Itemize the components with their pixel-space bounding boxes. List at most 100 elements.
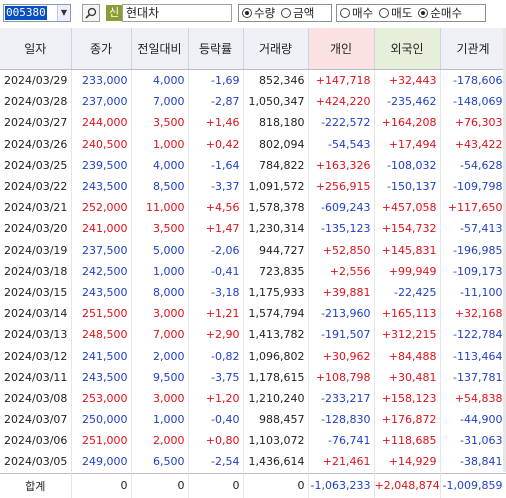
cell-change: 3,500	[131, 112, 189, 134]
cell-institution: -44,900	[440, 409, 506, 431]
total-cell: 0	[188, 472, 244, 498]
cell-rate: -0,40	[188, 409, 244, 431]
radio-buy[interactable]: 매수	[340, 5, 373, 21]
cell-volume: 1,436,614	[243, 451, 309, 474]
cell-change: 2,000	[131, 430, 189, 452]
cell-foreign: +158,123	[374, 387, 441, 409]
cell-close: 240,500	[71, 133, 132, 155]
table-row[interactable]: 2024/03/21 252,000 11,000 +4,56 1,578,378 -60…	[0, 197, 506, 219]
cell-date: 2024/03/27	[0, 112, 72, 134]
chevron-down-icon[interactable]: ▼	[57, 5, 70, 21]
table-row[interactable]: 2024/03/22 243,500 8,500 -3,37 1,091,572 +256…	[0, 175, 506, 198]
table-row[interactable]: 2024/03/12 241,500 2,000 -0,82 1,096,802 +30,…	[0, 345, 506, 367]
column-header-institution[interactable]: 기관계	[440, 28, 506, 70]
cell-individual: -222,572	[308, 112, 375, 134]
table-row[interactable]: 2024/03/19 237,500 5,000 -2,06 944,727 +52,85…	[0, 239, 506, 261]
stock-code-value[interactable]: 005380	[5, 6, 47, 20]
investor-trend-grid: 일자 종가 전일대비 등락률 거래량 개인 외국인 기관계 2024/03/29…	[0, 28, 506, 498]
cell-institution: -11,100	[440, 281, 506, 304]
cell-close: 237,000	[71, 91, 132, 113]
cell-date: 2024/03/28	[0, 91, 72, 113]
radio-net-buy[interactable]: 순매수	[418, 5, 462, 21]
cell-date: 2024/03/12	[0, 345, 72, 367]
cell-individual: -609,243	[308, 197, 375, 219]
table-row[interactable]: 2024/03/28 237,000 7,000 -2,87 1,050,347 +424…	[0, 91, 506, 113]
cell-rate: -3,37	[188, 175, 244, 198]
cell-date: 2024/03/08	[0, 387, 72, 409]
column-header-change[interactable]: 전일대비	[131, 28, 189, 70]
radio-amount[interactable]: 금액	[281, 5, 314, 21]
column-header-individual[interactable]: 개인	[308, 28, 375, 70]
column-header-rate[interactable]: 등락률	[188, 28, 244, 70]
cell-foreign: -150,137	[374, 175, 441, 198]
column-header-foreign[interactable]: 외국인	[374, 28, 441, 70]
table-row[interactable]: 2024/03/06 251,000 2,000 +0,80 1,103,072 -76,…	[0, 430, 506, 452]
column-header-date[interactable]: 일자	[0, 28, 72, 70]
total-cell: -1,063,233	[308, 472, 375, 498]
total-label: 합계	[0, 472, 72, 498]
trade-radio-group: 매수 매도 순매수	[336, 4, 486, 22]
cell-rate: +0,42	[188, 133, 244, 155]
table-row[interactable]: 2024/03/14 251,500 3,000 +1,21 1,574,794 -213…	[0, 303, 506, 325]
cell-individual: +163,326	[308, 154, 375, 176]
table-row[interactable]: 2024/03/18 242,500 1,000 -0,41 723,835 +2,556…	[0, 260, 506, 282]
cell-rate: -2,06	[188, 239, 244, 261]
cell-individual: -128,830	[308, 409, 375, 431]
cell-close: 244,000	[71, 112, 132, 134]
cell-foreign: -22,425	[374, 281, 441, 304]
cell-volume: 1,413,782	[243, 324, 309, 346]
cell-date: 2024/03/07	[0, 409, 72, 431]
table-row[interactable]: 2024/03/05 249,000 6,500 -2,54 1,436,614 +21,…	[0, 451, 506, 474]
cell-foreign: +118,685	[374, 430, 441, 452]
table-row[interactable]: 2024/03/07 250,000 1,000 -0,40 988,457 -128,8…	[0, 409, 506, 431]
cell-rate: +1,46	[188, 112, 244, 134]
cell-close: 239,500	[71, 154, 132, 176]
cell-volume: 1,091,572	[243, 175, 309, 198]
cell-close: 248,500	[71, 324, 132, 346]
radio-quantity[interactable]: 수량	[242, 5, 275, 21]
cell-close: 243,500	[71, 281, 132, 304]
total-cell: 0	[243, 472, 309, 498]
radio-buy-label: 매수	[352, 6, 374, 20]
table-header-row: 일자 종가 전일대비 등락률 거래량 개인 외국인 기관계	[0, 28, 506, 70]
cell-volume: 1,050,347	[243, 91, 309, 113]
table-row[interactable]: 2024/03/15 243,500 8,000 -3,18 1,175,933 +39,…	[0, 281, 506, 304]
table-row[interactable]: 2024/03/20 241,000 3,500 +1,47 1,230,314 -135…	[0, 218, 506, 240]
table-row[interactable]: 2024/03/26 240,500 1,000 +0,42 802,094 -54,54…	[0, 133, 506, 155]
cell-close: 243,500	[71, 366, 132, 388]
table-row[interactable]: 2024/03/29 233,000 4,000 -1,69 852,346 +147,7…	[0, 69, 506, 92]
cell-individual: -213,960	[308, 303, 375, 325]
cell-foreign: +457,058	[374, 197, 441, 219]
column-header-volume[interactable]: 거래량	[243, 28, 309, 70]
stock-name-field[interactable]: 현대차	[122, 4, 232, 22]
total-cell: -1,009,859	[440, 472, 506, 498]
cell-change: 4,000	[131, 69, 189, 92]
radio-selected-icon	[242, 8, 252, 18]
search-button[interactable]	[82, 4, 100, 22]
cell-foreign: +84,488	[374, 345, 441, 367]
table-row[interactable]: 2024/03/13 248,500 7,000 +2,90 1,413,782 -191…	[0, 324, 506, 346]
cell-individual: +147,718	[308, 69, 375, 92]
cell-foreign: +312,215	[374, 324, 441, 346]
cell-individual: -233,217	[308, 387, 375, 409]
cell-change: 1,000	[131, 260, 189, 282]
table-row[interactable]: 2024/03/27 244,000 3,500 +1,46 818,180 -222,5…	[0, 112, 506, 134]
cell-individual: +21,461	[308, 451, 375, 474]
cell-close: 241,500	[71, 345, 132, 367]
table-row[interactable]: 2024/03/25 239,500 4,000 -1,64 784,822 +163,3…	[0, 154, 506, 176]
radio-sell[interactable]: 매도	[379, 5, 412, 21]
cell-close: 252,000	[71, 197, 132, 219]
radio-selected-icon	[418, 8, 429, 18]
column-header-close[interactable]: 종가	[71, 28, 132, 70]
cell-change: 3,000	[131, 303, 189, 325]
cell-volume: 1,578,378	[243, 197, 309, 219]
cell-date: 2024/03/13	[0, 324, 72, 346]
table-row[interactable]: 2024/03/11 243,500 9,500 -3,75 1,178,615 +108…	[0, 366, 506, 388]
stock-code-input[interactable]: 005380 ▼	[3, 4, 71, 22]
cell-date: 2024/03/29	[0, 69, 72, 92]
cell-close: 243,500	[71, 175, 132, 198]
cell-rate: +4,56	[188, 197, 244, 219]
table-row[interactable]: 2024/03/08 253,000 3,000 +1,20 1,210,240 -233…	[0, 387, 506, 409]
cell-institution: -148,069	[440, 91, 506, 113]
cell-institution: +54,838	[440, 387, 506, 409]
